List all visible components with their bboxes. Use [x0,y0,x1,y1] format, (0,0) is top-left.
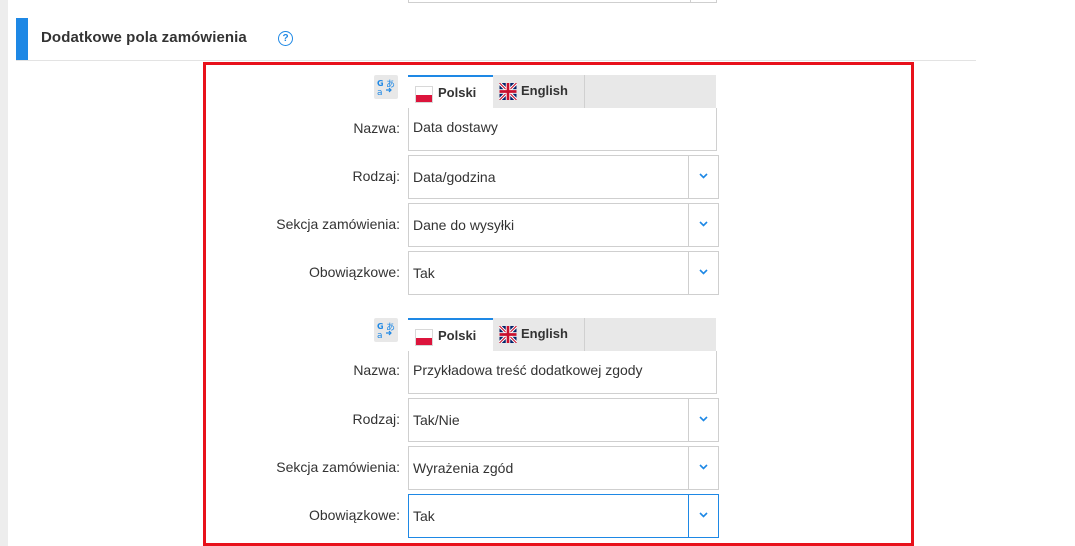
section-accent-bar [16,18,28,60]
obowiazkowe-label: Obowiązkowe: [308,264,400,280]
previous-select-fragment [408,0,717,3]
flag-uk-icon [499,83,517,100]
chevron-down-icon[interactable] [688,447,718,489]
rodzaj-select[interactable]: Tak/Nie [408,398,719,442]
section-header: Dodatkowe pola zamówienia ? [16,18,976,61]
svg-text:あ: あ [386,322,395,333]
flag-uk-icon [499,326,517,343]
obowiazkowe-select[interactable]: Tak [408,494,719,538]
language-tabs: Polski English [408,318,716,352]
svg-text:G: G [377,322,384,331]
svg-text:a: a [377,331,383,339]
chevron-down-icon[interactable] [688,399,718,441]
tab-polski[interactable]: Polski [408,318,493,352]
translate-icon[interactable]: G あ a [374,75,398,99]
rodzaj-select[interactable]: Data/godzina [408,155,719,199]
nazwa-input[interactable]: Data dostawy [408,108,717,151]
tab-polski[interactable]: Polski [408,75,493,109]
rodzaj-value: Tak/Nie [413,412,460,428]
svg-text:a: a [377,88,383,96]
obowiazkowe-select[interactable]: Tak [408,251,719,295]
sekcja-select[interactable]: Wyrażenia zgód [408,446,719,490]
sekcja-label: Sekcja zamówienia: [276,216,400,232]
rodzaj-value: Data/godzina [413,169,496,185]
tab-label: Polski [438,328,477,343]
tab-english[interactable]: English [493,75,585,108]
sekcja-value: Wyrażenia zgód [413,460,514,476]
translate-icon[interactable]: G あ a [374,318,398,342]
nazwa-input[interactable]: Przykładowa treść dodatkowej zgody [408,351,717,394]
nazwa-value: Data dostawy [413,119,498,135]
svg-text:G: G [377,79,384,88]
tab-english[interactable]: English [493,318,585,351]
chevron-down-icon[interactable] [688,204,718,246]
nazwa-label: Nazwa: [353,362,400,378]
svg-text:あ: あ [386,79,395,90]
rodzaj-label: Rodzaj: [352,411,400,427]
tab-label: English [521,326,568,341]
obowiazkowe-label: Obowiązkowe: [308,507,400,523]
obowiazkowe-value: Tak [413,508,435,524]
sekcja-label: Sekcja zamówienia: [276,459,400,475]
sekcja-value: Dane do wysyłki [413,217,515,233]
obowiazkowe-value: Tak [413,265,435,281]
nazwa-value: Przykładowa treść dodatkowej zgody [413,362,643,378]
chevron-down-icon[interactable] [688,252,718,294]
chevron-down-icon[interactable] [688,495,718,537]
tab-label: English [521,83,568,98]
tab-label: Polski [438,85,477,100]
section-title: Dodatkowe pola zamówienia [41,29,247,46]
help-icon[interactable]: ? [278,31,293,46]
flag-pl-icon [415,329,433,346]
flag-pl-icon [415,86,433,103]
nazwa-label: Nazwa: [353,120,400,136]
sekcja-select[interactable]: Dane do wysyłki [408,203,719,247]
chevron-down-icon[interactable] [688,156,718,198]
rodzaj-label: Rodzaj: [352,168,400,184]
language-tabs: Polski English [408,75,716,109]
